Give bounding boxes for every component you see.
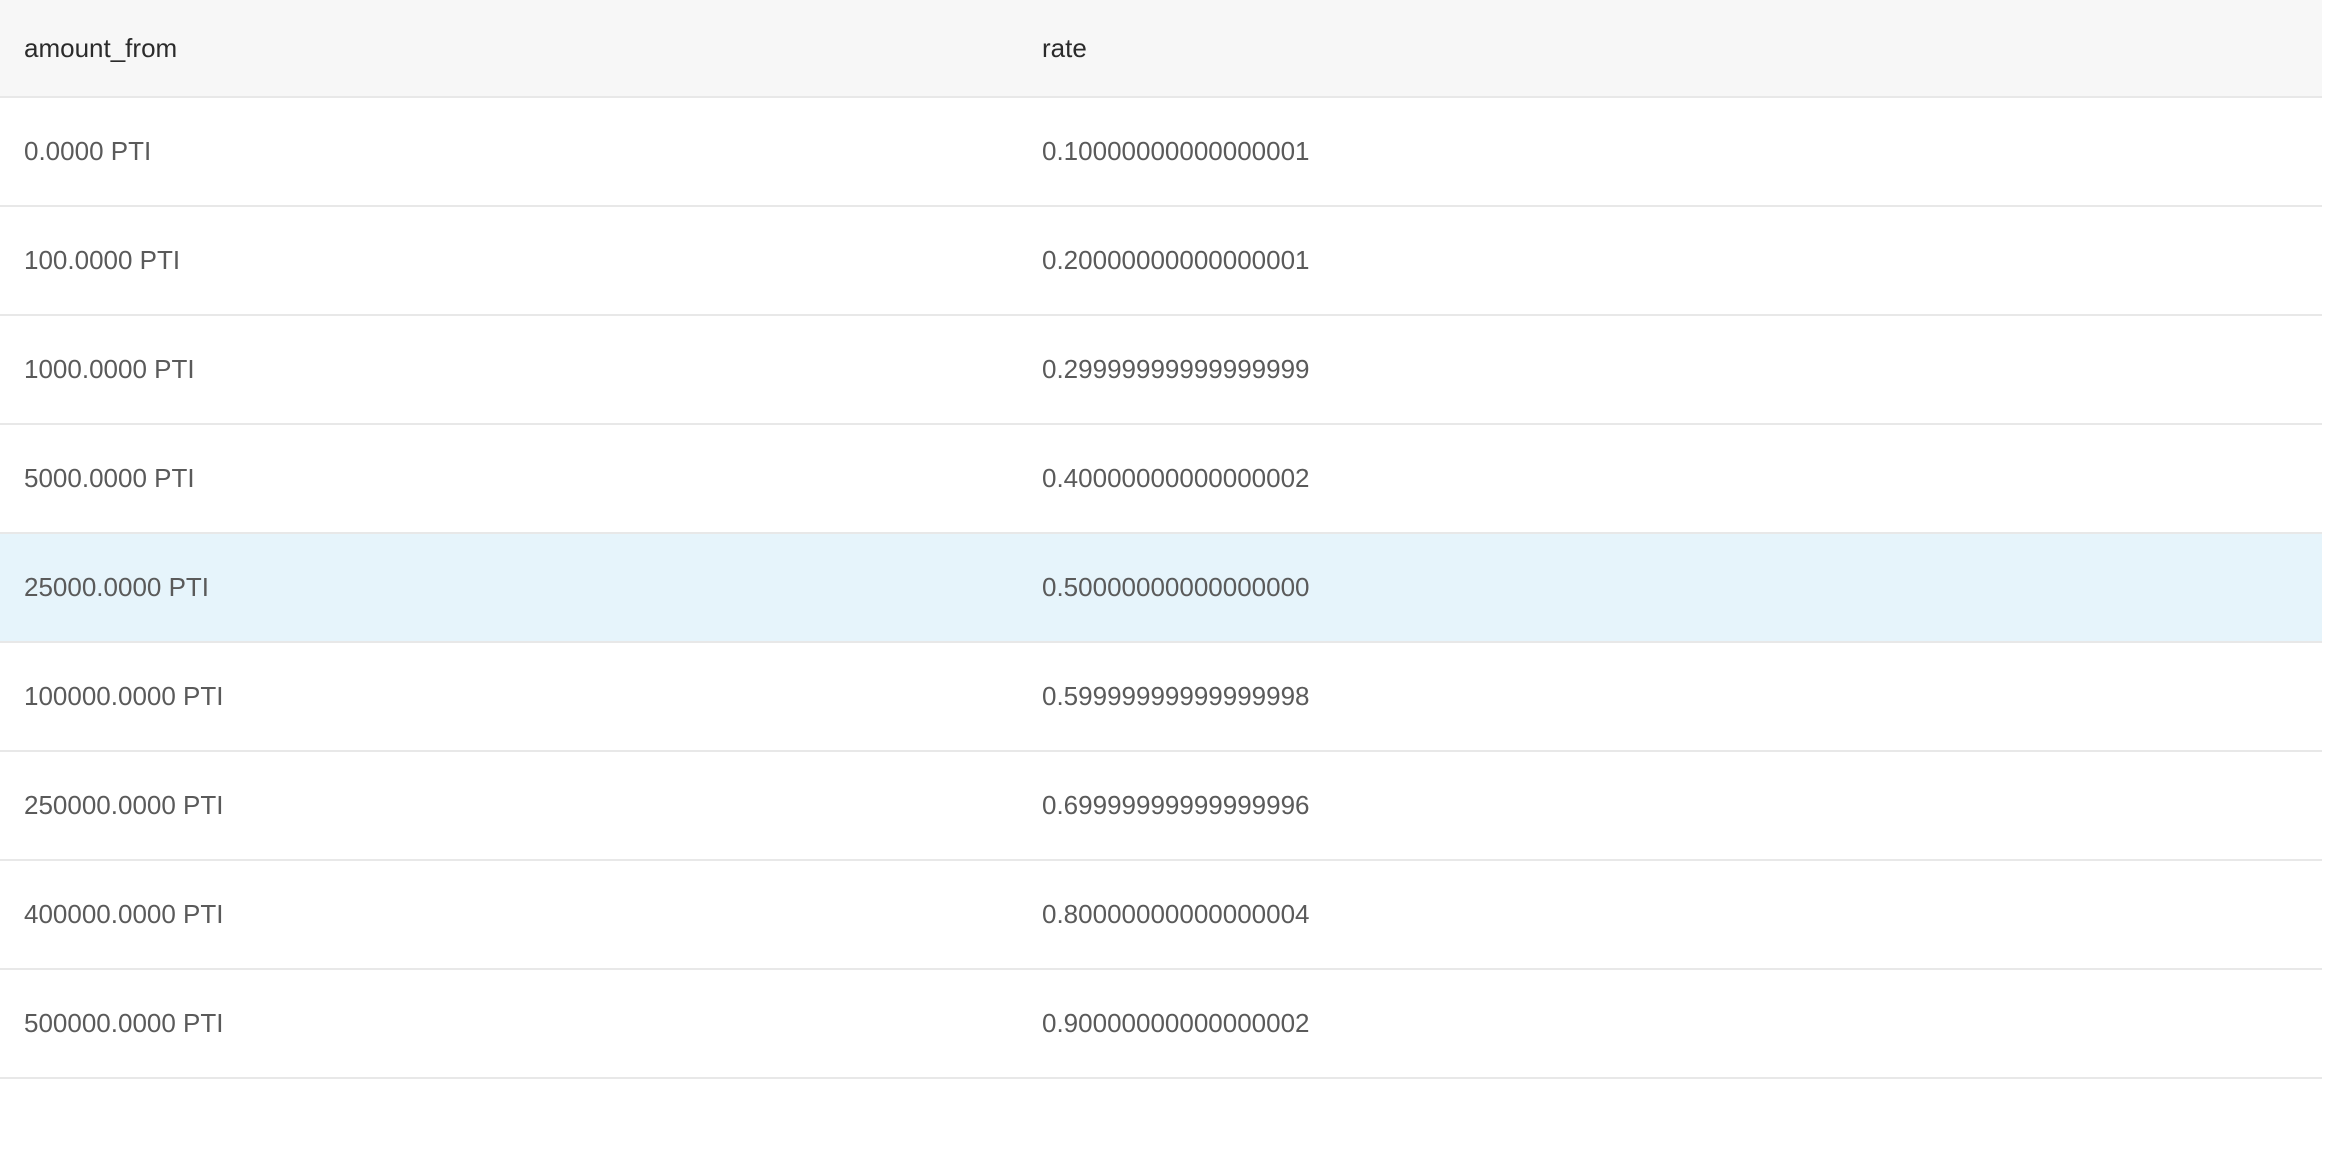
table-row[interactable]: 25000.0000 PTI 0.50000000000000000	[0, 533, 2322, 643]
table-header: amount_from rate	[0, 0, 2322, 98]
cell-rate: 0.90000000000000002	[1018, 969, 2322, 1079]
cell-rate: 0.20000000000000001	[1018, 206, 2322, 316]
cell-rate: 0.50000000000000000	[1018, 533, 2322, 643]
table-row[interactable]: 250000.0000 PTI 0.69999999999999996	[0, 751, 2322, 861]
table-body: 0.0000 PTI 0.10000000000000001 100.0000 PT…	[0, 97, 2322, 1079]
cell-rate: 0.29999999999999999	[1018, 315, 2322, 425]
cell-amount-from: 100000.0000 PTI	[0, 642, 1018, 752]
table-row[interactable]: 100000.0000 PTI 0.59999999999999998	[0, 642, 2322, 752]
cell-rate: 0.59999999999999998	[1018, 642, 2322, 752]
cell-amount-from: 1000.0000 PTI	[0, 315, 1018, 425]
table-row[interactable]: 0.0000 PTI 0.10000000000000001	[0, 97, 2322, 207]
cell-amount-from: 500000.0000 PTI	[0, 969, 1018, 1079]
table-row[interactable]: 1000.0000 PTI 0.29999999999999999	[0, 315, 2322, 425]
table-header-row: amount_from rate	[0, 0, 2322, 98]
cell-amount-from: 25000.0000 PTI	[0, 533, 1018, 643]
table-row[interactable]: 400000.0000 PTI 0.80000000000000004	[0, 860, 2322, 970]
cell-rate: 0.40000000000000002	[1018, 424, 2322, 534]
rates-table-container: amount_from rate 0.0000 PTI 0.10000000000…	[0, 0, 2322, 1079]
rates-table: amount_from rate 0.0000 PTI 0.10000000000…	[0, 0, 2322, 1079]
cell-amount-from: 5000.0000 PTI	[0, 424, 1018, 534]
cell-amount-from: 100.0000 PTI	[0, 206, 1018, 316]
cell-rate: 0.69999999999999996	[1018, 751, 2322, 861]
cell-rate: 0.10000000000000001	[1018, 97, 2322, 207]
table-row[interactable]: 500000.0000 PTI 0.90000000000000002	[0, 969, 2322, 1079]
column-header-amount-from[interactable]: amount_from	[0, 0, 1018, 98]
table-row[interactable]: 100.0000 PTI 0.20000000000000001	[0, 206, 2322, 316]
cell-amount-from: 250000.0000 PTI	[0, 751, 1018, 861]
cell-amount-from: 0.0000 PTI	[0, 97, 1018, 207]
cell-rate: 0.80000000000000004	[1018, 860, 2322, 970]
column-header-rate[interactable]: rate	[1018, 0, 2322, 98]
cell-amount-from: 400000.0000 PTI	[0, 860, 1018, 970]
table-row[interactable]: 5000.0000 PTI 0.40000000000000002	[0, 424, 2322, 534]
